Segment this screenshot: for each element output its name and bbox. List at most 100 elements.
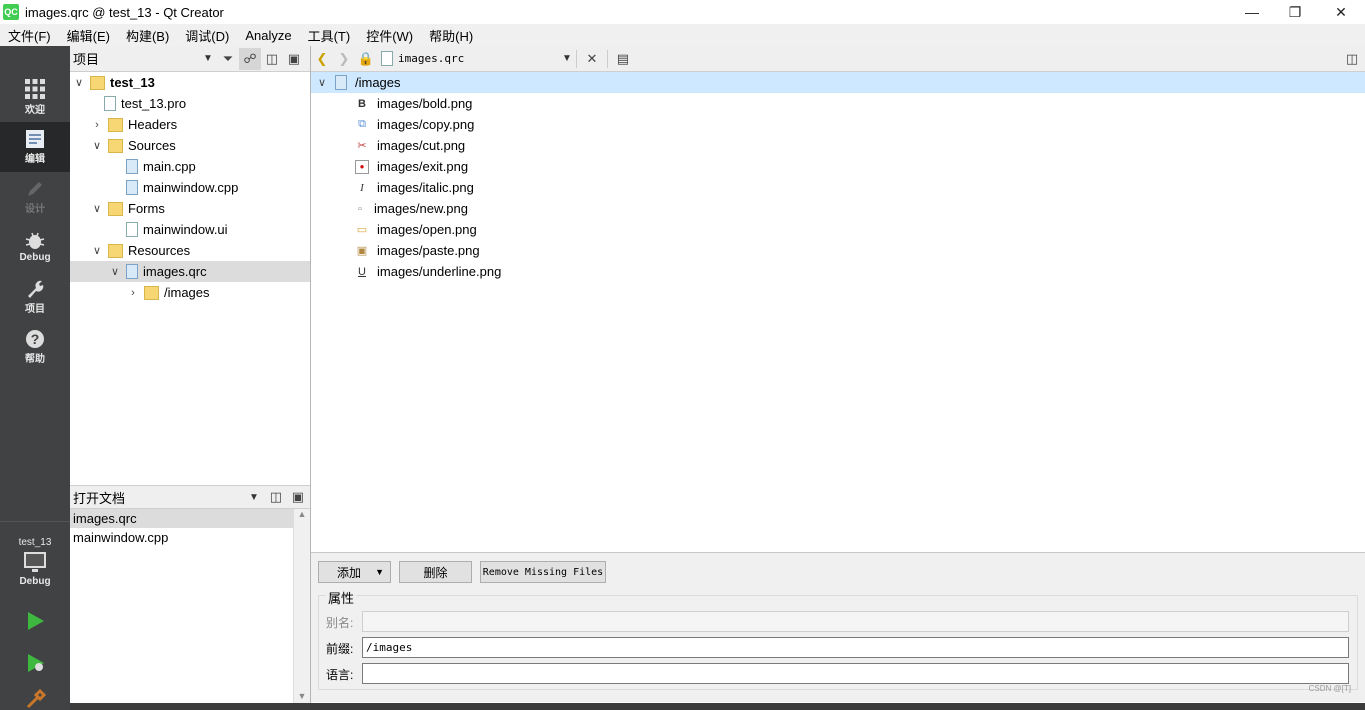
remove-missing-files-button[interactable]: Remove Missing Files [480,561,606,583]
menu-edit[interactable]: 编辑(E) [59,26,118,45]
chevron-right-icon[interactable]: › [90,119,104,131]
chevron-right-icon[interactable]: › [126,287,140,299]
close-button[interactable]: ✕ [1318,0,1364,24]
svg-text:?: ? [31,331,40,347]
help-icon: ? [26,330,44,348]
tree-item-mainwindow-cpp[interactable]: mainwindow.cpp [70,177,310,198]
build-button[interactable] [0,683,70,710]
tree-item-pro-file[interactable]: test_13.pro [70,93,310,114]
add-button[interactable]: 添加 ▼ [318,561,391,583]
chevron-down-icon[interactable]: ∨ [90,244,104,257]
split-icon[interactable]: ◫ [261,48,283,70]
open-documents-list: images.qrc mainwindow.cpp [70,509,310,703]
close-panel-icon[interactable]: ▣ [283,48,305,70]
list-item[interactable]: mainwindow.cpp [70,528,293,547]
kit-selector[interactable]: test_13 Debug [0,526,70,596]
tree-item-file[interactable]: ⧉ images/copy.png [311,114,1365,135]
open-documents-title[interactable]: 打开文档 [73,488,249,507]
mode-projects[interactable]: 项目 [0,272,70,322]
mode-bar: 欢迎 编辑 设计 Debug 项目 ? 帮助 test_13 Debug [0,46,70,710]
mode-debug[interactable]: Debug [0,222,70,272]
tree-item-label: main.cpp [143,159,196,174]
remove-button[interactable]: 删除 [399,561,472,583]
cut-icon: ✂ [357,140,367,152]
tree-item-file[interactable]: ▭ images/open.png [311,219,1365,240]
split-icon[interactable]: ◫ [265,486,287,508]
link-icon[interactable]: ☍ [238,47,261,70]
alias-label: 别名: [326,616,354,630]
run-button[interactable] [0,601,70,641]
close-document-button[interactable]: ✕ [581,48,603,70]
scrollbar[interactable]: ▲ ▼ [293,509,310,703]
tree-item-label: mainwindow.ui [143,222,228,237]
qrc-file-icon [381,51,393,66]
new-file-icon: ▫ [358,202,362,215]
minimize-button[interactable]: — [1229,0,1275,24]
split-icon[interactable]: ◫ [1341,48,1363,70]
filter-icon[interactable]: ⏷ [217,48,239,70]
folder-icon [108,201,123,216]
menu-bar: 文件(F) 编辑(E) 构建(B) 调试(D) Analyze 工具(T) 控件… [0,24,1365,46]
divider [0,521,70,522]
debug-run-button[interactable] [0,643,70,683]
list-item[interactable]: images.qrc [70,509,293,528]
menu-build[interactable]: 构建(B) [118,26,177,45]
tree-item-file[interactable]: ✂ images/cut.png [311,135,1365,156]
copy-icon: ⧉ [358,118,366,130]
tree-item-file[interactable]: ▣ images/paste.png [311,240,1365,261]
project-view-selector[interactable]: 项目 [73,49,193,68]
tree-item-images-prefix[interactable]: › /images [70,282,310,303]
mode-welcome[interactable]: 欢迎 [0,72,70,122]
tree-item-label: test_13 [110,75,155,90]
mode-design[interactable]: 设计 [0,172,70,222]
back-button[interactable]: ❮ [311,48,333,70]
folder-icon [108,243,123,258]
split-editor-icon[interactable]: ▤ [612,48,634,70]
mode-help[interactable]: ? 帮助 [0,322,70,372]
restore-button[interactable]: ❐ [1272,0,1318,24]
chevron-down-icon[interactable]: ∨ [90,139,104,152]
chevron-down-icon[interactable]: ∨ [108,265,122,278]
language-field[interactable] [362,663,1349,684]
tree-item-project[interactable]: ∨ test_13 [70,72,310,93]
tree-item-file[interactable]: ● images/exit.png [311,156,1365,177]
menu-debug[interactable]: 调试(D) [177,26,237,45]
tree-item-resources[interactable]: ∨ Resources [70,240,310,261]
menu-tools[interactable]: 工具(T) [300,26,359,45]
scroll-up-icon[interactable]: ▲ [294,509,310,519]
document-combo[interactable]: images.qrc [398,52,562,65]
tree-item-main-cpp[interactable]: main.cpp [70,156,310,177]
chevron-down-icon[interactable]: ∨ [90,202,104,215]
tree-item-label: images/underline.png [377,264,502,279]
chevron-down-icon[interactable]: ▼ [249,492,259,503]
tree-item-file[interactable]: ▫ images/new.png [311,198,1365,219]
watermark: CSDN @[T] [1308,684,1351,693]
resource-properties-panel: 添加 ▼ 删除 Remove Missing Files 属性 别名: 前缀: … [311,552,1365,702]
italic-icon: I [360,181,364,194]
edit-icon [26,130,44,148]
close-panel-icon[interactable]: ▣ [287,486,309,508]
tree-item-file[interactable]: I images/italic.png [311,177,1365,198]
forward-button[interactable]: ❯ [333,48,355,70]
scroll-down-icon[interactable]: ▼ [294,691,310,701]
chevron-down-icon[interactable]: ∨ [315,76,329,89]
mode-edit[interactable]: 编辑 [0,122,70,172]
tree-item-forms[interactable]: ∨ Forms [70,198,310,219]
tree-item-file[interactable]: U images/underline.png [311,261,1365,282]
menu-widgets[interactable]: 控件(W) [358,26,421,45]
tree-item-headers[interactable]: › Headers [70,114,310,135]
mode-label: 编辑 [25,154,45,165]
tree-item-images-qrc[interactable]: ∨ images.qrc [70,261,310,282]
menu-file[interactable]: 文件(F) [0,26,59,45]
tree-item-file[interactable]: B images/bold.png [311,93,1365,114]
menu-analyze[interactable]: Analyze [237,28,299,43]
chevron-down-icon[interactable]: ∨ [72,76,86,89]
chevron-down-icon[interactable]: ▼ [203,53,213,64]
tree-item-sources[interactable]: ∨ Sources [70,135,310,156]
tree-item-prefix[interactable]: ∨ /images [311,72,1365,93]
prefix-field[interactable]: /images [362,637,1349,658]
tree-item-label: test_13.pro [121,96,187,111]
chevron-down-icon[interactable]: ▼ [562,53,572,64]
tree-item-mainwindow-ui[interactable]: mainwindow.ui [70,219,310,240]
menu-help[interactable]: 帮助(H) [421,26,481,45]
